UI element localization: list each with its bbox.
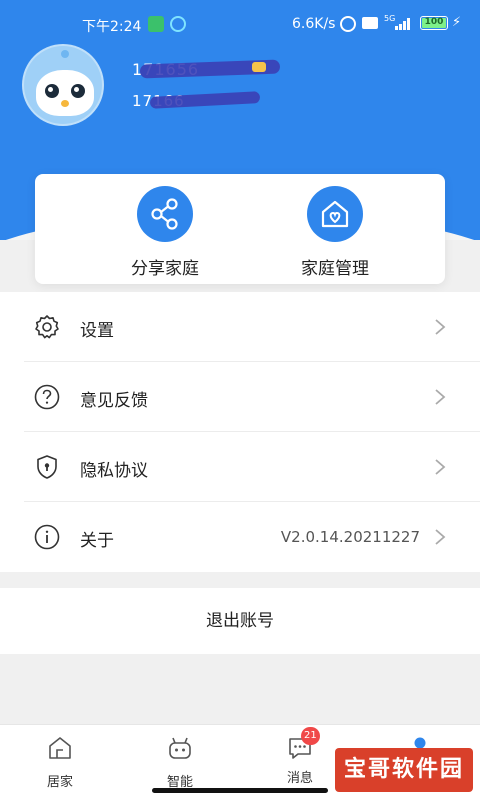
share-family-label: 分享家庭 <box>131 259 199 279</box>
gear-icon <box>35 315 59 339</box>
home-icon <box>49 737 71 759</box>
gesture-home-bar <box>152 788 328 793</box>
app-version: V2.0.14.20211227 <box>280 528 420 546</box>
vip-crown-icon <box>252 62 266 72</box>
robot-owl-avatar-icon <box>36 70 94 116</box>
status-bar: 下午2:24 6.6K/s 5G 100 ⚡ <box>0 12 480 40</box>
settings-menu: 设置 意见反馈 隐私协议 关于 V2.0.14.20211227 <box>0 292 480 572</box>
info-circle-icon <box>34 524 60 550</box>
battery-level: 100 <box>424 17 444 27</box>
family-management-button[interactable]: 家庭管理 <box>265 186 405 279</box>
menu-item-feedback[interactable]: 意见反馈 <box>0 362 480 432</box>
chevron-right-icon <box>435 459 446 475</box>
wechat-notification-icon <box>148 16 164 32</box>
question-circle-icon <box>34 384 60 410</box>
tab-label: 消息 <box>286 771 313 786</box>
status-time: 下午2:24 <box>82 19 142 35</box>
logout-button[interactable]: 退出账号 <box>0 588 480 654</box>
avatar-antenna <box>61 50 69 58</box>
share-family-button[interactable]: 分享家庭 <box>95 186 235 279</box>
tab-home[interactable]: 居家 <box>20 735 100 790</box>
charging-icon: ⚡ <box>452 15 462 30</box>
quick-actions-card: 分享家庭 家庭管理 <box>35 174 445 284</box>
avatar[interactable] <box>22 44 104 126</box>
chevron-right-icon <box>435 389 446 405</box>
tab-smart[interactable]: 智能 <box>140 735 220 790</box>
tab-label: 居家 <box>46 775 73 790</box>
menu-item-label: 设置 <box>80 321 114 341</box>
tab-messages[interactable]: 21 消息 <box>260 727 340 786</box>
robot-icon <box>169 737 191 759</box>
menu-item-about[interactable]: 关于 V2.0.14.20211227 <box>0 502 480 572</box>
menu-item-label: 意见反馈 <box>80 391 148 411</box>
home-heart-icon <box>307 186 363 242</box>
chevron-right-icon <box>435 529 446 545</box>
menu-item-settings[interactable]: 设置 <box>0 292 480 362</box>
hd-icon <box>362 17 378 29</box>
battery-icon: 100 <box>420 16 448 30</box>
unread-badge: 21 <box>301 727 320 745</box>
share-icon <box>137 186 193 242</box>
alarm-icon <box>340 16 356 32</box>
family-management-label: 家庭管理 <box>301 259 369 279</box>
network-type: 5G <box>384 14 396 23</box>
signal-icon <box>395 18 411 30</box>
watermark-logo: 宝哥软件园 <box>335 748 473 792</box>
chevron-right-icon <box>435 319 446 335</box>
menu-item-label: 关于 <box>80 531 114 551</box>
shield-lock-icon <box>37 455 57 479</box>
app-notification-icon <box>170 16 186 32</box>
menu-item-label: 隐私协议 <box>80 461 148 481</box>
chat-icon: 21 <box>287 727 320 761</box>
network-speed: 6.6K/s <box>292 16 336 32</box>
menu-item-privacy[interactable]: 隐私协议 <box>0 432 480 502</box>
